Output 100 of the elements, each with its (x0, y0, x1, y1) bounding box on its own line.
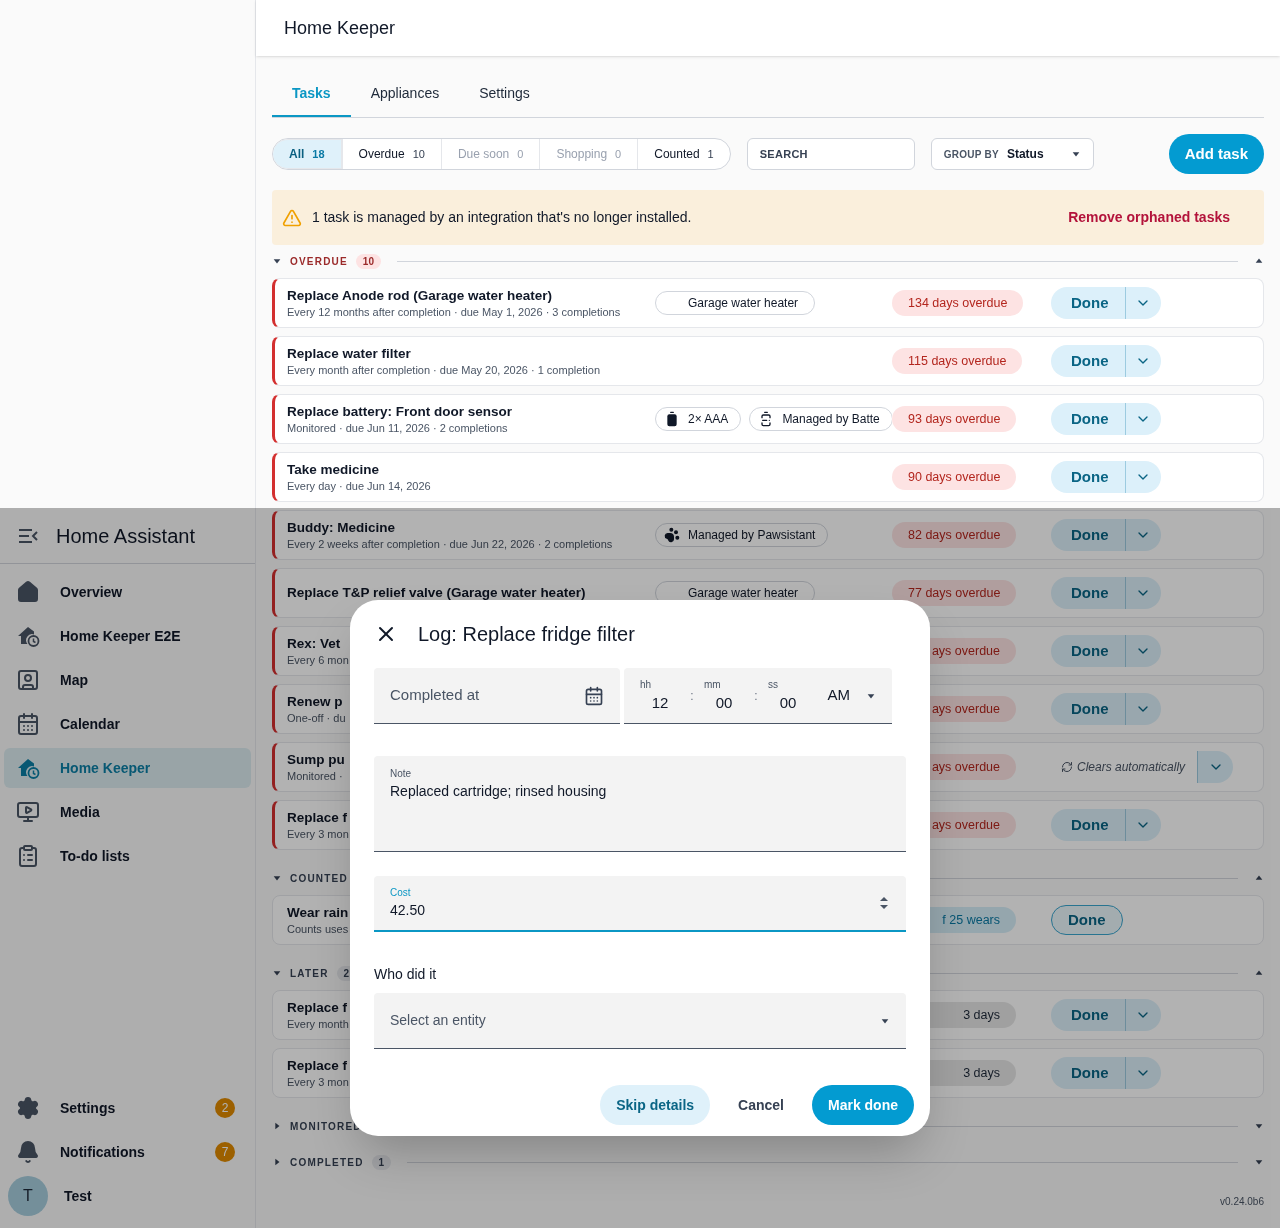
task-details: Every 6 mon (287, 653, 349, 667)
more-options-button[interactable] (1124, 635, 1161, 667)
more-options-button[interactable] (1124, 345, 1161, 377)
done-button[interactable]: Done (1051, 635, 1125, 667)
sidebar-item[interactable]: Map (4, 660, 251, 700)
done-button[interactable]: Done (1051, 905, 1123, 935)
sidebar-item[interactable]: Settings 2 (4, 1086, 251, 1130)
filter-chip[interactable]: All 18 (273, 139, 342, 169)
more-options-button[interactable] (1124, 1057, 1161, 1089)
caret-down-icon (272, 873, 282, 883)
task-details: Every month after completion · due May 20, 2026 · 1 completion (287, 363, 601, 377)
count-badge: 1 (371, 1154, 392, 1170)
task-title: Replace battery: Front door sensor (287, 403, 513, 421)
done-button[interactable]: Done (1051, 461, 1125, 493)
tag-chip: Managed by Batte (749, 407, 892, 431)
page-title: Home Keeper (284, 16, 396, 40)
task-title: Sump pu (287, 751, 345, 769)
count-badge: 10 (355, 253, 381, 269)
user-name[interactable]: Test (64, 1185, 92, 1207)
home-icon (16, 580, 40, 604)
status-label: 77 days overdue (892, 580, 1017, 606)
task-title: Replace f (287, 809, 348, 827)
status-label: 82 days overdue (892, 522, 1017, 548)
time-field[interactable]: hh 12 : mm 00 : ss 00 AM (624, 668, 892, 724)
task-details: Every 12 months after completion · due May 1, 2026 · 3 completions (287, 305, 621, 319)
bell-icon (16, 1140, 40, 1164)
status-label: 93 days overdue (892, 406, 1017, 432)
person-pin-icon (16, 668, 40, 692)
caret-down-icon (1254, 1121, 1264, 1131)
status-label: 115 days overdue (892, 348, 1023, 374)
sidebar-item[interactable]: Media (4, 792, 251, 832)
task-details: Every 3 mon (287, 1075, 349, 1089)
task-card[interactable]: Replace battery: Front door sensor Monitored · due Jun 11, 2026 · 2 completions 2× AAA Managed by Batte 93 days overdue Done (272, 394, 1264, 444)
calendar-icon (584, 685, 604, 706)
more-options-button[interactable] (1197, 751, 1234, 783)
section-header[interactable]: OVERDUE 10 (272, 253, 1264, 269)
banner-text: 1 task is managed by an integration that's no longer installed. (312, 208, 693, 227)
filter-chip[interactable]: Overdue 10 (341, 139, 441, 169)
sidebar-item[interactable]: Overview (4, 572, 251, 612)
cost-field[interactable]: Cost 42.50 (374, 876, 906, 932)
done-button[interactable]: Done (1051, 287, 1125, 319)
filter-chip[interactable]: Counted 1 (637, 139, 730, 169)
tab[interactable]: Appliances (350, 72, 460, 117)
section-title: COUNTED (290, 871, 348, 886)
done-button[interactable]: Done (1051, 403, 1125, 435)
more-options-button[interactable] (1124, 693, 1161, 725)
sidebar-item[interactable]: To-do lists (4, 836, 251, 876)
caret-right-icon (272, 1157, 282, 1167)
more-options-button[interactable] (1124, 519, 1161, 551)
date-field[interactable]: Completed at (374, 668, 620, 724)
task-title: Replace f (287, 1057, 348, 1075)
remove-orphaned-link[interactable]: Remove orphaned tasks (1068, 207, 1230, 228)
task-title: Replace water filter (287, 345, 411, 363)
done-button[interactable]: Done (1051, 809, 1125, 841)
sidebar-item[interactable]: Home Keeper E2E (4, 616, 251, 656)
more-options-button[interactable] (1124, 461, 1161, 493)
task-card[interactable]: Buddy: Medicine Every 2 weeks after completion · due Jun 22, 2026 · 2 completions Managed by Pawsistant 82 days overdue Done (272, 510, 1264, 560)
section-title: LATER (290, 966, 329, 981)
calendar-icon (16, 712, 40, 736)
more-options-button[interactable] (1124, 999, 1161, 1031)
count-badge: 2 (215, 1098, 235, 1118)
task-title: Renew p (287, 693, 343, 711)
section-title: COMPLETED (290, 1155, 364, 1170)
more-options-button[interactable] (1124, 287, 1161, 319)
skip-details-button[interactable]: Skip details (600, 1085, 711, 1125)
done-button[interactable]: Done (1051, 1057, 1125, 1089)
done-button[interactable]: Done (1051, 693, 1125, 725)
more-options-button[interactable] (1124, 403, 1161, 435)
task-title: Wear rain (287, 904, 349, 922)
entity-select[interactable]: Select an entity (374, 993, 906, 1049)
search-field[interactable]: SEARCH (746, 138, 915, 170)
section-header[interactable]: COMPLETED 1 (272, 1154, 1264, 1170)
task-card[interactable]: Replace water filter Every month after completion · due May 20, 2026 · 1 completion 115 days overdue Done (272, 336, 1264, 386)
note-field[interactable]: Note Replaced cartridge; rinsed housing (374, 756, 906, 852)
sidebar-item[interactable]: Notifications 7 (4, 1130, 251, 1174)
task-title: Replace Anode rod (Garage water heater) (287, 287, 553, 305)
more-options-button[interactable] (1124, 577, 1161, 609)
cancel-button[interactable]: Cancel (722, 1085, 800, 1125)
sidebar-item[interactable]: Calendar (4, 704, 251, 744)
spinner-icon (878, 895, 890, 911)
task-card[interactable]: Replace Anode rod (Garage water heater) Every 12 months after completion · due May 1, 2026 · 3 completions Garage water heater 134 days overdue Done (272, 278, 1264, 328)
battery-icon (664, 411, 680, 427)
caret-down-icon (1070, 149, 1081, 159)
user-avatar[interactable]: T (8, 1176, 48, 1216)
more-options-button[interactable] (1124, 809, 1161, 841)
task-card[interactable]: Take medicine Every day · due Jun 14, 2026 90 days overdue Done (272, 452, 1264, 502)
tab[interactable]: Settings (459, 72, 550, 117)
done-button[interactable]: Done (1051, 345, 1125, 377)
status-label: 134 days overdue (892, 290, 1024, 316)
section-title: MONITORED (290, 1119, 362, 1134)
done-button[interactable]: Done (1051, 999, 1125, 1031)
task-details: Monitored · (287, 769, 343, 783)
caret-right-icon (272, 1121, 282, 1131)
group-by-select[interactable]: GROUP BY Status (930, 138, 1094, 170)
task-details: One-off · du (287, 711, 346, 725)
house-clock-icon (16, 756, 40, 780)
task-details: Counts uses (287, 922, 349, 936)
done-button[interactable]: Done (1051, 577, 1125, 609)
done-button[interactable]: Done (1051, 519, 1125, 551)
task-title: Rex: Vet (287, 635, 341, 653)
